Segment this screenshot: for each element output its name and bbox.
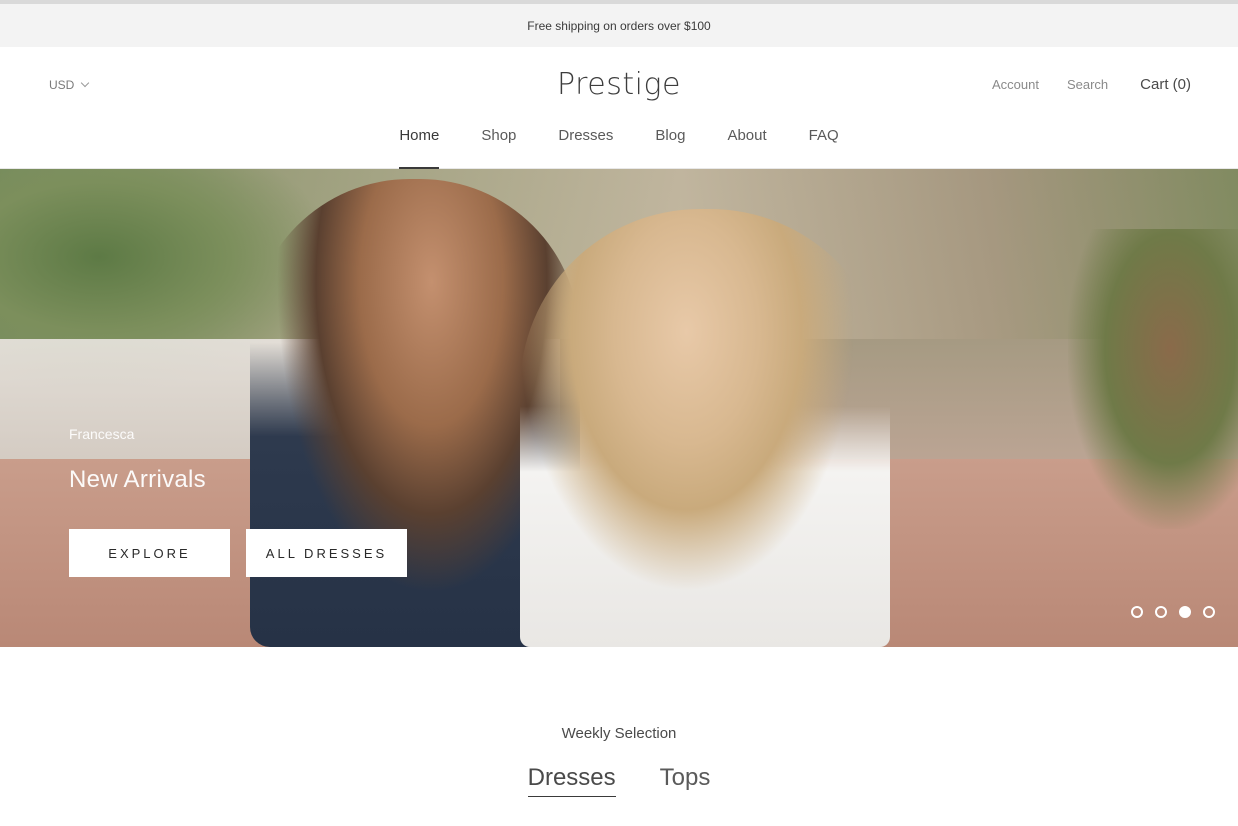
search-link[interactable]: Search <box>1067 77 1108 92</box>
nav-item-about[interactable]: About <box>727 127 766 169</box>
all-dresses-button[interactable]: ALL DRESSES <box>246 529 407 577</box>
tab-tops[interactable]: Tops <box>660 764 711 797</box>
explore-button[interactable]: EXPLORE <box>69 529 230 577</box>
hero-subheading: Francesca <box>69 426 135 442</box>
nav-item-blog[interactable]: Blog <box>655 127 685 169</box>
hero-title: New Arrivals <box>69 466 206 493</box>
nav-item-shop[interactable]: Shop <box>481 127 516 169</box>
nav-item-dresses[interactable]: Dresses <box>558 127 613 169</box>
slideshow-dots <box>1131 606 1215 618</box>
cart-link[interactable]: Cart (0) <box>1140 76 1191 93</box>
hero-model-right <box>520 209 890 647</box>
site-header: USD Prestige Account Search Cart (0) Hom… <box>0 47 1238 169</box>
slide-dot-2[interactable] <box>1155 606 1167 618</box>
announcement-bar: Free shipping on orders over $100 <box>0 4 1238 47</box>
slide-dot-4[interactable] <box>1203 606 1215 618</box>
header-actions: Account Search Cart (0) <box>964 76 1191 93</box>
collection-heading: Weekly Selection <box>561 725 677 742</box>
main-nav: Home Shop Dresses Blog About FAQ <box>0 127 1238 169</box>
collection-tabs: Dresses Tops <box>0 764 1238 797</box>
account-link[interactable]: Account <box>992 77 1039 92</box>
nav-item-faq[interactable]: FAQ <box>809 127 839 169</box>
nav-item-home[interactable]: Home <box>399 127 440 169</box>
announcement-text: Free shipping on orders over $100 <box>527 18 711 33</box>
slide-dot-3[interactable] <box>1179 606 1191 618</box>
slide-dot-1[interactable] <box>1131 606 1143 618</box>
tab-dresses[interactable]: Dresses <box>527 764 616 797</box>
hero-slideshow: Francesca New Arrivals EXPLORE ALL DRESS… <box>0 169 1238 647</box>
hero-plants-right <box>1068 229 1238 529</box>
